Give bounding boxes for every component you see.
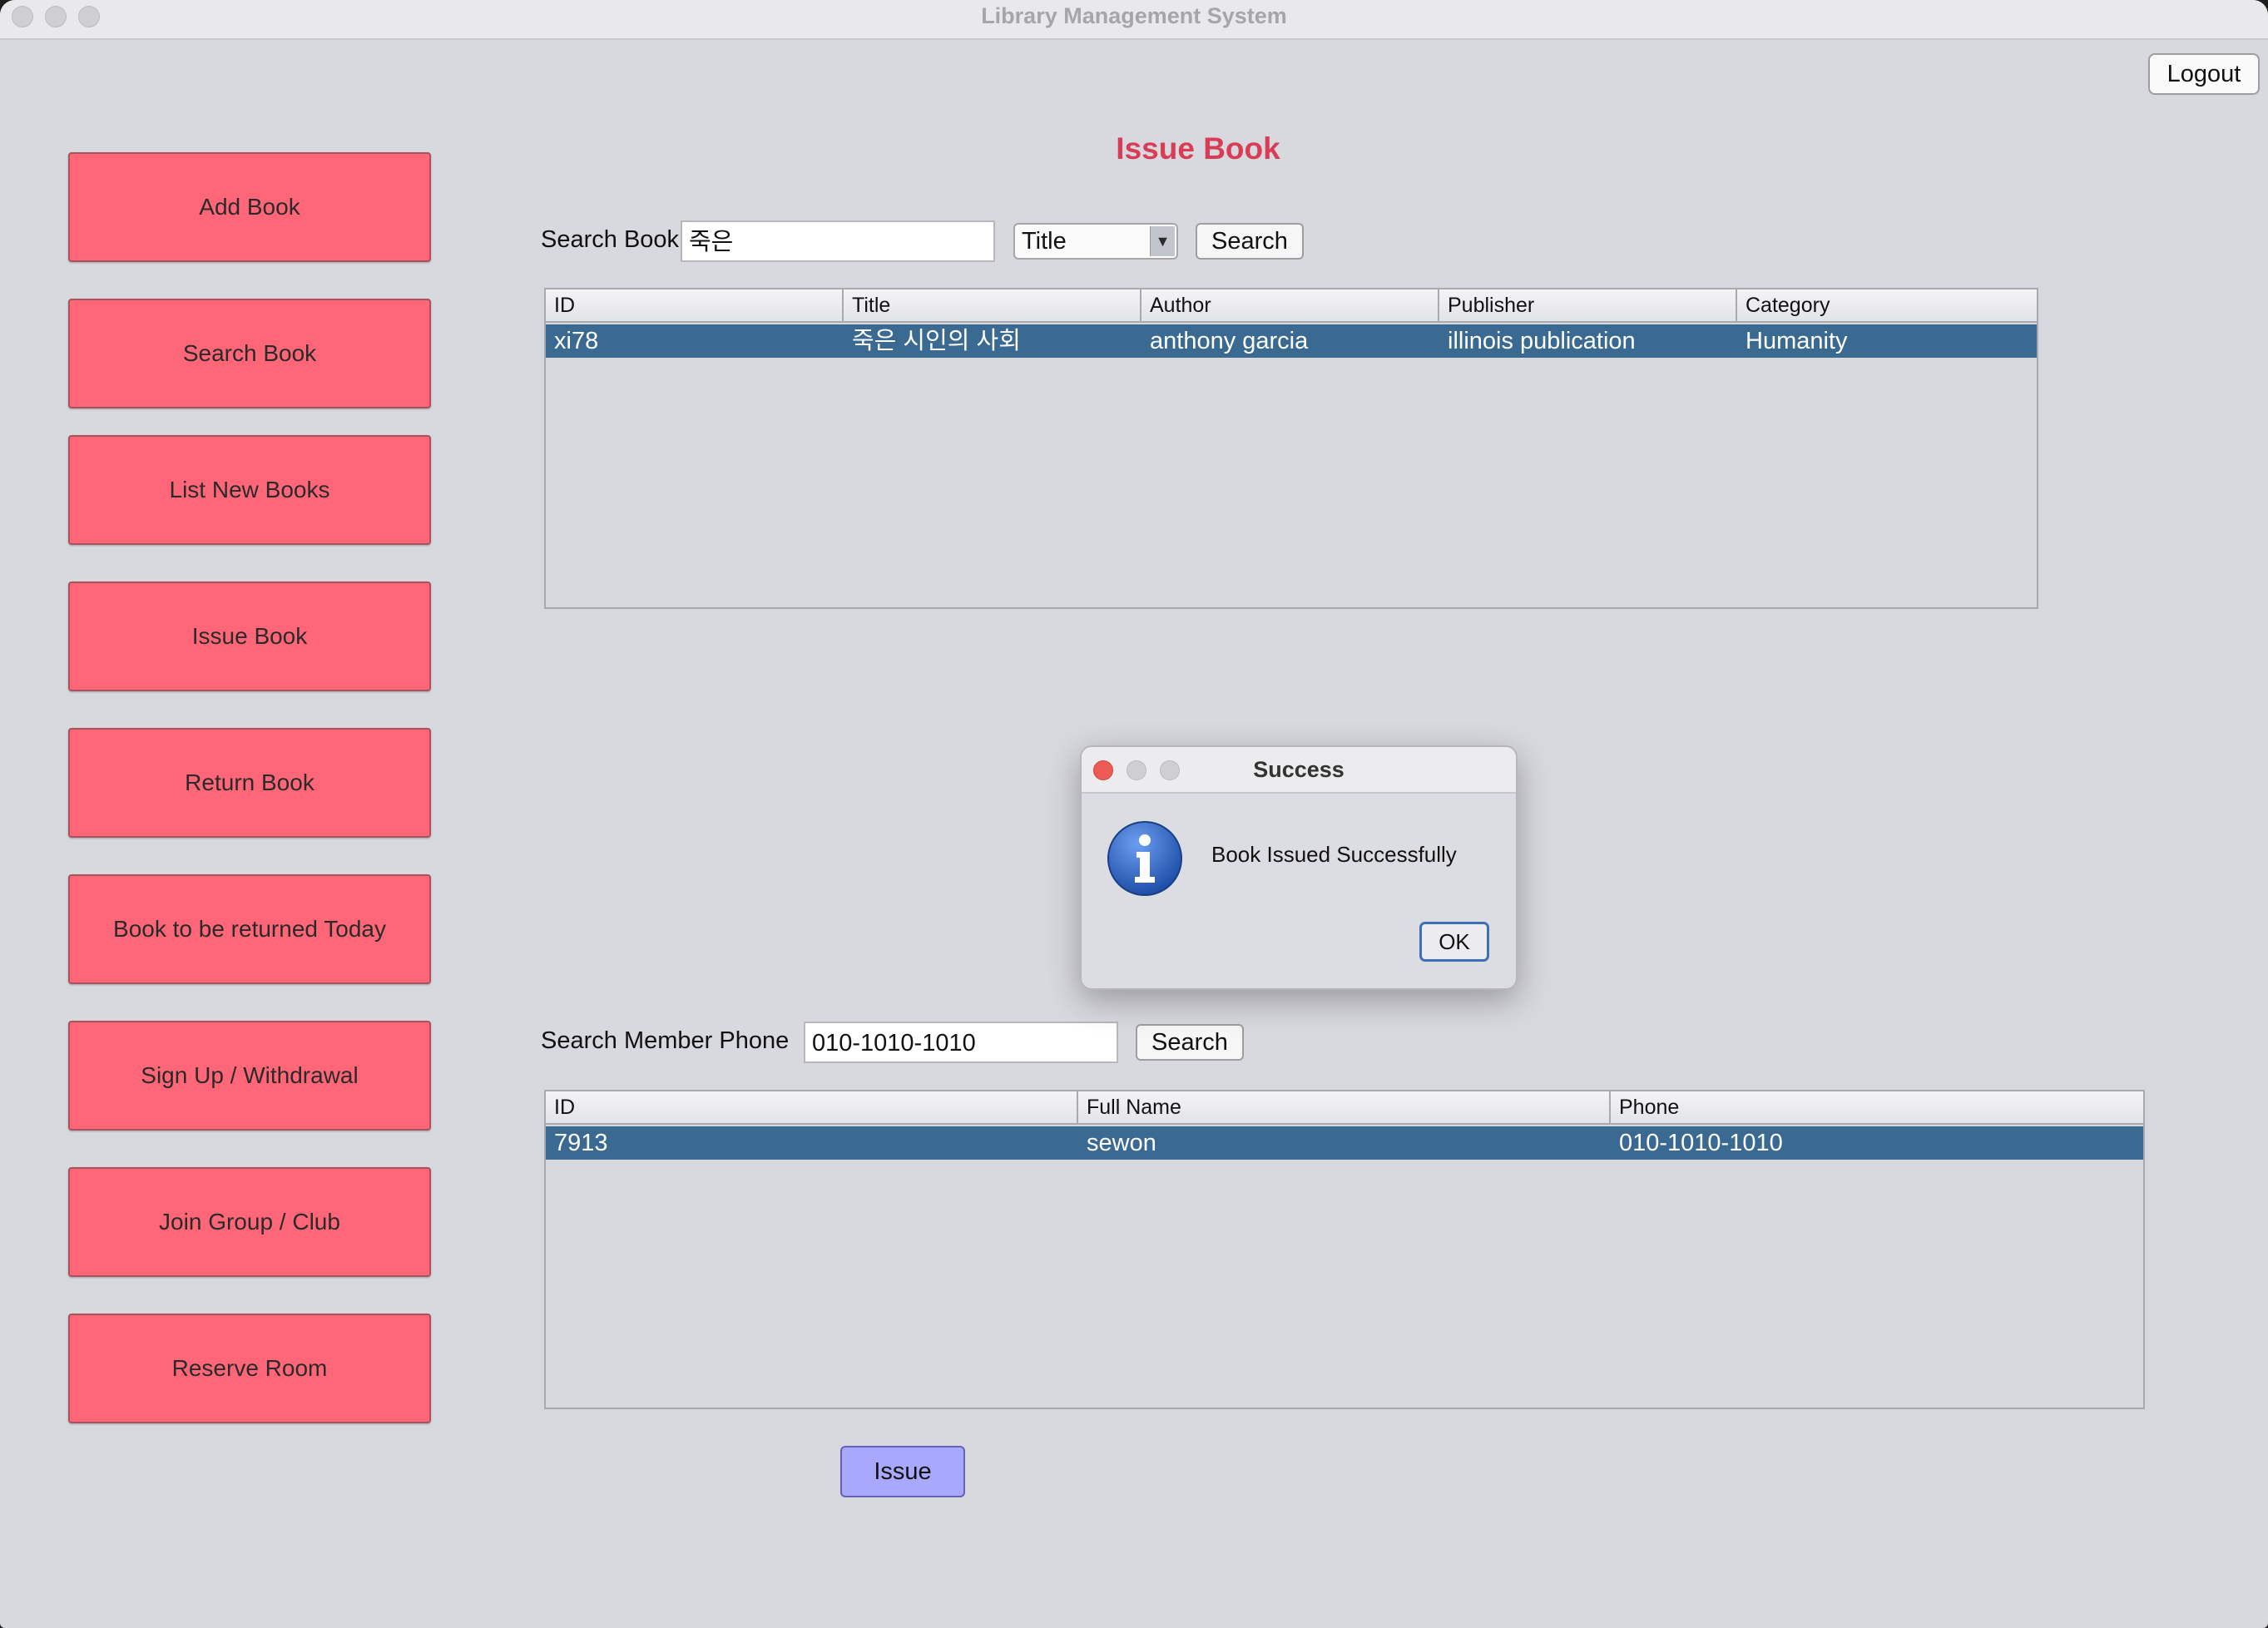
column-header-id[interactable]: ID — [546, 289, 844, 323]
cell-full-name: sewon — [1087, 1130, 1156, 1156]
search-member-phone-label: Search Member Phone — [541, 1027, 790, 1054]
sidebar-item-list-new-books[interactable]: List New Books — [68, 435, 431, 545]
search-book-button[interactable]: Search — [1196, 223, 1304, 260]
cell-id: 7913 — [554, 1130, 608, 1156]
dialog-title-bar: Success — [1082, 747, 1516, 794]
search-book-input[interactable]: 죽은 — [681, 220, 995, 262]
search-book-label: Search Book — [541, 226, 680, 253]
sidebar-item-signup-withdrawal[interactable]: Sign Up / Withdrawal — [68, 1021, 431, 1131]
sidebar-item-issue-book[interactable]: Issue Book — [68, 581, 431, 691]
column-header-full-name[interactable]: Full Name — [1078, 1091, 1611, 1125]
sidebar-item-search-book[interactable]: Search Book — [68, 299, 431, 408]
cell-id: xi78 — [554, 328, 599, 354]
book-table-header: ID Title Author Publisher Category — [546, 289, 2037, 323]
window-title: Library Management System — [981, 3, 1287, 28]
column-header-category[interactable]: Category — [1737, 289, 2037, 323]
cell-publisher: illinois publication — [1448, 328, 1636, 354]
member-table[interactable]: ID Full Name Phone 7913 sewon 010-1010-1… — [544, 1090, 2145, 1409]
member-table-header: ID Full Name Phone — [546, 1091, 2143, 1125]
cell-category: Humanity — [1746, 328, 1848, 354]
column-header-id[interactable]: ID — [546, 1091, 1078, 1125]
column-header-author[interactable]: Author — [1141, 289, 1439, 323]
sidebar-item-join-group[interactable]: Join Group / Club — [68, 1167, 431, 1277]
sidebar-item-reserve-room[interactable]: Reserve Room — [68, 1314, 431, 1423]
dialog-title: Success — [1253, 757, 1344, 782]
search-filter-select[interactable]: Title ▼ — [1013, 223, 1178, 260]
cell-author: anthony garcia — [1150, 328, 1309, 354]
success-dialog: Success Book Issued Successfully OK — [1080, 745, 1518, 990]
dialog-message: Book Issued Successfully — [1211, 842, 1457, 867]
column-header-title[interactable]: Title — [844, 289, 1141, 323]
title-bar: Library Management System — [0, 0, 2268, 40]
table-row[interactable]: xi78 죽은 시인의 사회 anthony garcia illinois p… — [546, 324, 2037, 358]
info-icon — [1107, 821, 1182, 896]
book-table[interactable]: ID Title Author Publisher Category xi78 … — [544, 288, 2038, 609]
column-header-publisher[interactable]: Publisher — [1439, 289, 1737, 323]
column-header-phone[interactable]: Phone — [1611, 1091, 2143, 1125]
cell-phone: 010-1010-1010 — [1619, 1130, 1783, 1156]
member-phone-input[interactable]: 010-1010-1010 — [804, 1022, 1118, 1063]
logout-button[interactable]: Logout — [2148, 53, 2260, 95]
chevron-down-icon: ▼ — [1150, 226, 1175, 256]
ok-button[interactable]: OK — [1419, 922, 1489, 962]
sidebar-item-book-due-today[interactable]: Book to be returned Today — [68, 874, 431, 984]
sidebar-item-add-book[interactable]: Add Book — [68, 152, 431, 262]
app-window: Library Management System Logout Add Boo… — [0, 0, 2268, 1628]
page-title: Issue Book — [1116, 131, 1280, 166]
sidebar-item-return-book[interactable]: Return Book — [68, 728, 431, 838]
cell-title: 죽은 시인의 사회 — [852, 328, 1021, 354]
table-row[interactable]: 7913 sewon 010-1010-1010 — [546, 1126, 2143, 1160]
search-member-button[interactable]: Search — [1136, 1024, 1244, 1061]
search-filter-value: Title — [1022, 228, 1067, 255]
issue-button[interactable]: Issue — [840, 1446, 965, 1497]
